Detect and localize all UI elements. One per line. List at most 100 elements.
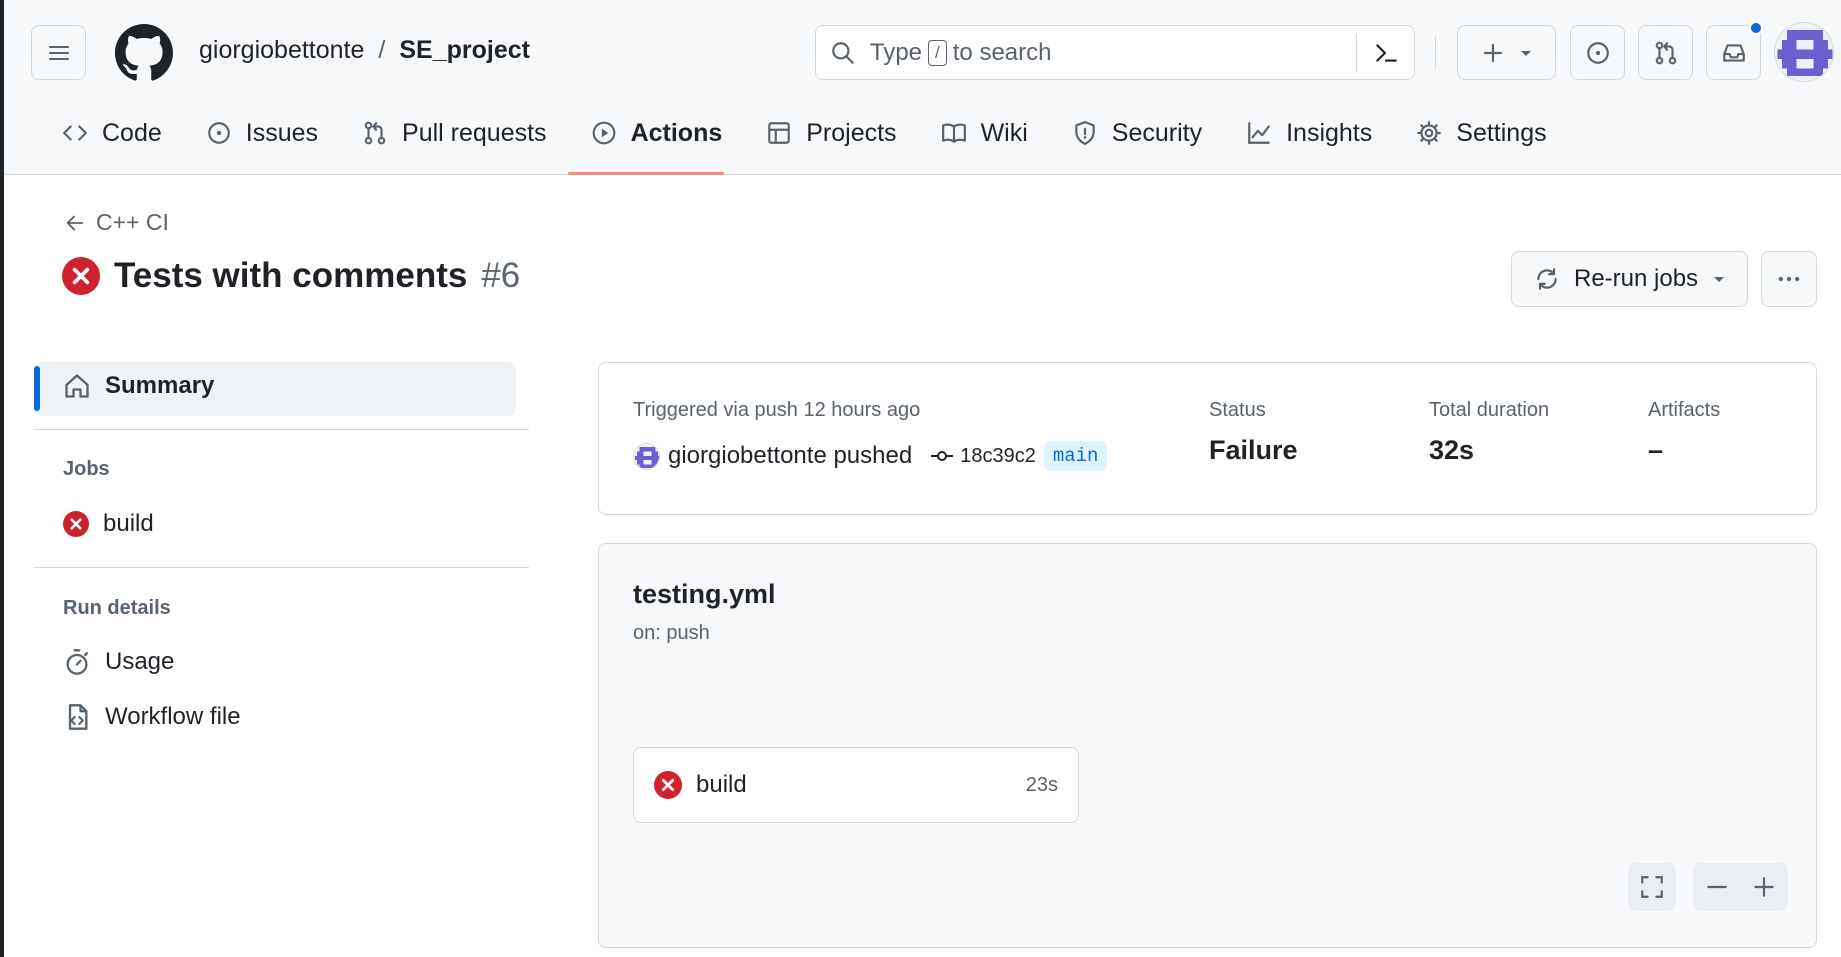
tab-label: Issues [245, 118, 319, 147]
sync-icon [1537, 268, 1557, 290]
issue-opened-icon [207, 122, 230, 144]
artifacts-value: – [1648, 435, 1664, 465]
triangle-down-icon [1714, 277, 1725, 282]
tab-code[interactable]: Code [48, 113, 176, 153]
book-icon [941, 123, 966, 143]
global-header: giorgiobettonte / SE_project Type / to s… [4, 0, 1841, 175]
owner-link[interactable]: giorgiobettonte [199, 36, 364, 65]
back-to-workflow-link[interactable]: C++ CI [64, 209, 169, 236]
issue-opened-icon [1586, 41, 1609, 64]
run-number: #6 [481, 256, 521, 295]
command-palette-button[interactable] [1356, 34, 1414, 72]
artifacts-label: Artifacts [1648, 399, 1721, 421]
workflow-name: C++ CI [96, 209, 169, 235]
kebab-horizontal-icon [1778, 276, 1800, 282]
jobs-heading: Jobs [63, 458, 110, 480]
job-node-build[interactable]: build 23s [633, 747, 1079, 823]
menu-button[interactable] [31, 25, 86, 80]
actor-pushed-text[interactable]: giorgiobettonte pushed [668, 442, 912, 470]
job-label: build [103, 510, 154, 537]
screen-full-icon [1641, 876, 1663, 898]
tab-label: Wiki [980, 118, 1028, 147]
user-avatar[interactable] [1774, 22, 1834, 82]
search-placeholder-prefix: Type [870, 38, 923, 66]
arrow-left-icon [66, 215, 84, 230]
tab-projects[interactable]: Projects [752, 113, 910, 153]
zoom-controls [1693, 863, 1788, 911]
workflow-trigger: on: push [633, 622, 710, 644]
notification-dot [1749, 21, 1763, 35]
create-new-button[interactable] [1457, 25, 1556, 80]
breadcrumb-separator: / [378, 36, 386, 64]
push-info: giorgiobettonte pushed 18c39c2 main [633, 441, 1108, 471]
summary-link[interactable]: Summary [63, 372, 214, 400]
rerun-jobs-button[interactable]: Re-run jobs [1511, 251, 1748, 307]
more-options-button[interactable] [1761, 251, 1817, 307]
tab-label: Actions [630, 118, 723, 147]
tab-label: Pull requests [402, 118, 547, 147]
tab-issues[interactable]: Issues [192, 113, 332, 153]
commit-sha: 18c39c2 [960, 444, 1036, 467]
triangle-down-icon [1520, 50, 1531, 56]
terminal-icon [1375, 44, 1397, 62]
code-icon [63, 125, 87, 141]
x-circle-fill-icon [62, 257, 100, 295]
duration-value: 32s [1429, 435, 1475, 465]
run-summary-card: Triggered via push 12 hours ago giorgiob… [598, 362, 1817, 515]
sidebar-workflow-file-link[interactable]: Workflow file [63, 703, 241, 731]
repo-nav: Code Issues Pull requests Actions Projec… [48, 113, 1577, 173]
job-node-label: build [696, 771, 747, 798]
table-icon [768, 122, 791, 144]
tab-label: Projects [806, 118, 897, 147]
your-pull-requests-button[interactable] [1638, 25, 1693, 80]
stopwatch-icon [66, 649, 89, 675]
trigger-text: Triggered via push 12 hours ago [633, 399, 921, 421]
your-issues-button[interactable] [1570, 25, 1625, 80]
search-input[interactable]: Type / to search [815, 25, 1415, 80]
actor-avatar[interactable] [633, 442, 660, 470]
header-divider [1435, 36, 1436, 69]
tab-actions[interactable]: Actions [577, 113, 737, 153]
sidebar-divider [34, 429, 529, 430]
active-tab-indicator [568, 172, 724, 175]
tab-security[interactable]: Security [1058, 113, 1216, 153]
x-circle-fill-icon [63, 511, 89, 537]
tab-label: Security [1111, 118, 1203, 147]
workflow-file-name: testing.yml [633, 579, 776, 609]
file-code-icon [68, 704, 88, 730]
x-circle-fill-icon [654, 771, 682, 799]
git-commit-icon [931, 451, 954, 461]
sidebar-divider [34, 567, 529, 568]
run-title: Tests with comments #6 [62, 256, 520, 296]
tab-wiki[interactable]: Wiki [927, 113, 1042, 153]
search-icon [832, 41, 854, 64]
home-icon [65, 374, 89, 398]
play-icon [592, 121, 615, 145]
fullscreen-button[interactable] [1628, 863, 1676, 911]
tab-pull-requests[interactable]: Pull requests [348, 113, 561, 153]
branch-label[interactable]: main [1043, 441, 1108, 471]
usage-label: Usage [105, 648, 175, 675]
tab-settings[interactable]: Settings [1402, 113, 1560, 153]
workflow-graph-card: testing.yml on: push build 23s [598, 543, 1817, 948]
active-nav-indicator [34, 366, 40, 411]
git-pull-request-icon [364, 121, 386, 145]
duration-label: Total duration [1429, 399, 1550, 421]
graph-icon [1248, 122, 1270, 144]
shield-icon [1075, 121, 1095, 145]
status-label: Status [1209, 399, 1266, 421]
search-placeholder-suffix: to search [952, 38, 1052, 66]
sidebar-job-build[interactable]: build [63, 510, 154, 538]
job-node-duration: 23s [1025, 773, 1058, 796]
zoom-in-icon[interactable] [1751, 874, 1777, 900]
commit-sha-link[interactable]: 18c39c2 [930, 444, 1036, 468]
sidebar-usage-link[interactable]: Usage [63, 648, 174, 676]
tab-label: Code [102, 118, 162, 147]
repo-breadcrumb: giorgiobettonte / SE_project [199, 36, 530, 65]
zoom-out-icon[interactable] [1704, 874, 1730, 900]
github-logo[interactable] [115, 24, 173, 82]
repo-link[interactable]: SE_project [399, 36, 530, 65]
tab-insights[interactable]: Insights [1232, 113, 1386, 153]
hamburger-icon [48, 45, 69, 60]
gear-icon [1417, 121, 1442, 145]
